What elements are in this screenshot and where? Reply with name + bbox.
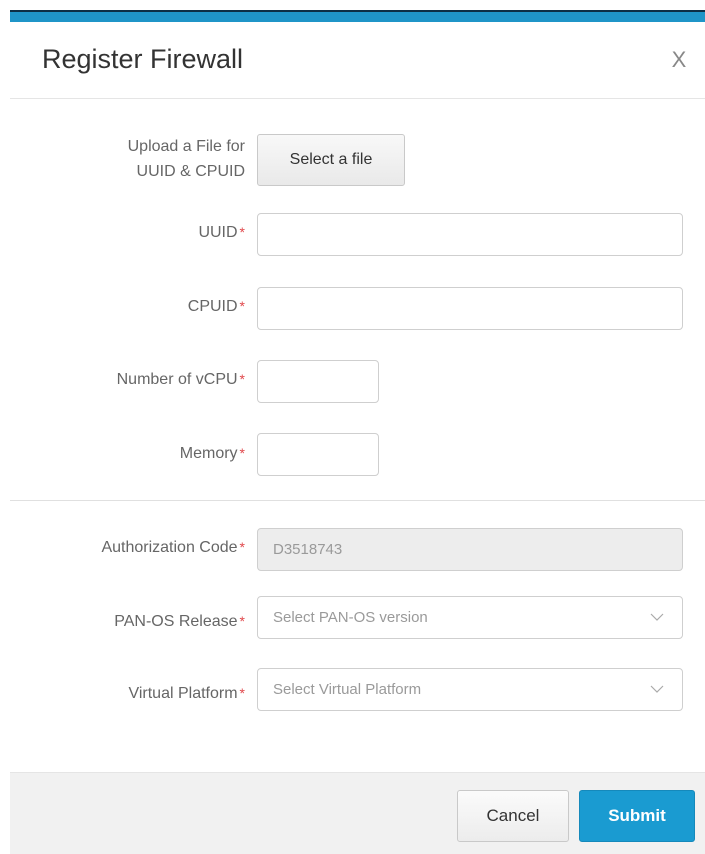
auth-code-input: D3518743 bbox=[257, 528, 683, 571]
auth-code-value: D3518743 bbox=[273, 541, 343, 558]
panos-release-placeholder: Select PAN-OS version bbox=[273, 609, 428, 626]
dialog-header: Register Firewall X bbox=[10, 22, 705, 99]
required-marker: * bbox=[239, 371, 245, 387]
cpuid-label-text: CPUID bbox=[187, 298, 238, 315]
panos-release-label: PAN-OS Release * bbox=[114, 613, 245, 631]
virtual-platform-label: Virtual Platform * bbox=[128, 685, 245, 703]
required-marker: * bbox=[239, 298, 245, 314]
chevron-down-icon bbox=[650, 613, 664, 621]
section-divider bbox=[10, 500, 705, 501]
required-marker: * bbox=[239, 224, 245, 240]
upload-label-line1: Upload a File for bbox=[127, 138, 245, 155]
virtual-platform-select[interactable]: Select Virtual Platform bbox=[257, 668, 683, 711]
vcpu-label-text: Number of vCPU bbox=[116, 371, 238, 388]
top-accent-bar bbox=[10, 10, 705, 22]
memory-label-text: Memory bbox=[179, 445, 238, 462]
chevron-down-icon bbox=[650, 685, 664, 693]
dialog-title: Register Firewall bbox=[42, 44, 244, 74]
cancel-button[interactable]: Cancel bbox=[457, 790, 569, 842]
cpuid-label: CPUID * bbox=[188, 298, 245, 316]
panos-release-label-text: PAN-OS Release bbox=[114, 613, 238, 630]
uuid-label: UUID * bbox=[198, 224, 245, 242]
upload-file-label: Upload a File for UUID & CPUID bbox=[128, 134, 245, 184]
memory-input[interactable] bbox=[257, 433, 379, 476]
virtual-platform-placeholder: Select Virtual Platform bbox=[273, 681, 422, 698]
panos-release-select[interactable]: Select PAN-OS version bbox=[257, 596, 683, 639]
required-marker: * bbox=[239, 685, 245, 701]
vcpu-input[interactable] bbox=[257, 360, 379, 403]
auth-code-label: Authorization Code * bbox=[101, 539, 245, 557]
submit-button[interactable]: Submit bbox=[579, 790, 695, 842]
upload-label-line2: UUID & CPUID bbox=[136, 163, 245, 180]
required-marker: * bbox=[239, 445, 245, 461]
uuid-label-text: UUID bbox=[198, 224, 238, 241]
required-marker: * bbox=[239, 539, 245, 555]
select-file-button[interactable]: Select a file bbox=[257, 134, 405, 186]
register-firewall-dialog: Register Firewall X Upload a File for UU… bbox=[10, 22, 705, 854]
uuid-input[interactable] bbox=[257, 213, 683, 256]
required-marker: * bbox=[239, 613, 245, 629]
cpuid-input[interactable] bbox=[257, 287, 683, 330]
vcpu-label: Number of vCPU * bbox=[117, 371, 245, 389]
memory-label: Memory * bbox=[180, 445, 245, 463]
dialog-footer: Cancel Submit bbox=[10, 772, 705, 854]
auth-code-label-text: Authorization Code bbox=[101, 539, 238, 556]
close-icon[interactable]: X bbox=[665, 46, 693, 74]
virtual-platform-label-text: Virtual Platform bbox=[128, 685, 238, 702]
